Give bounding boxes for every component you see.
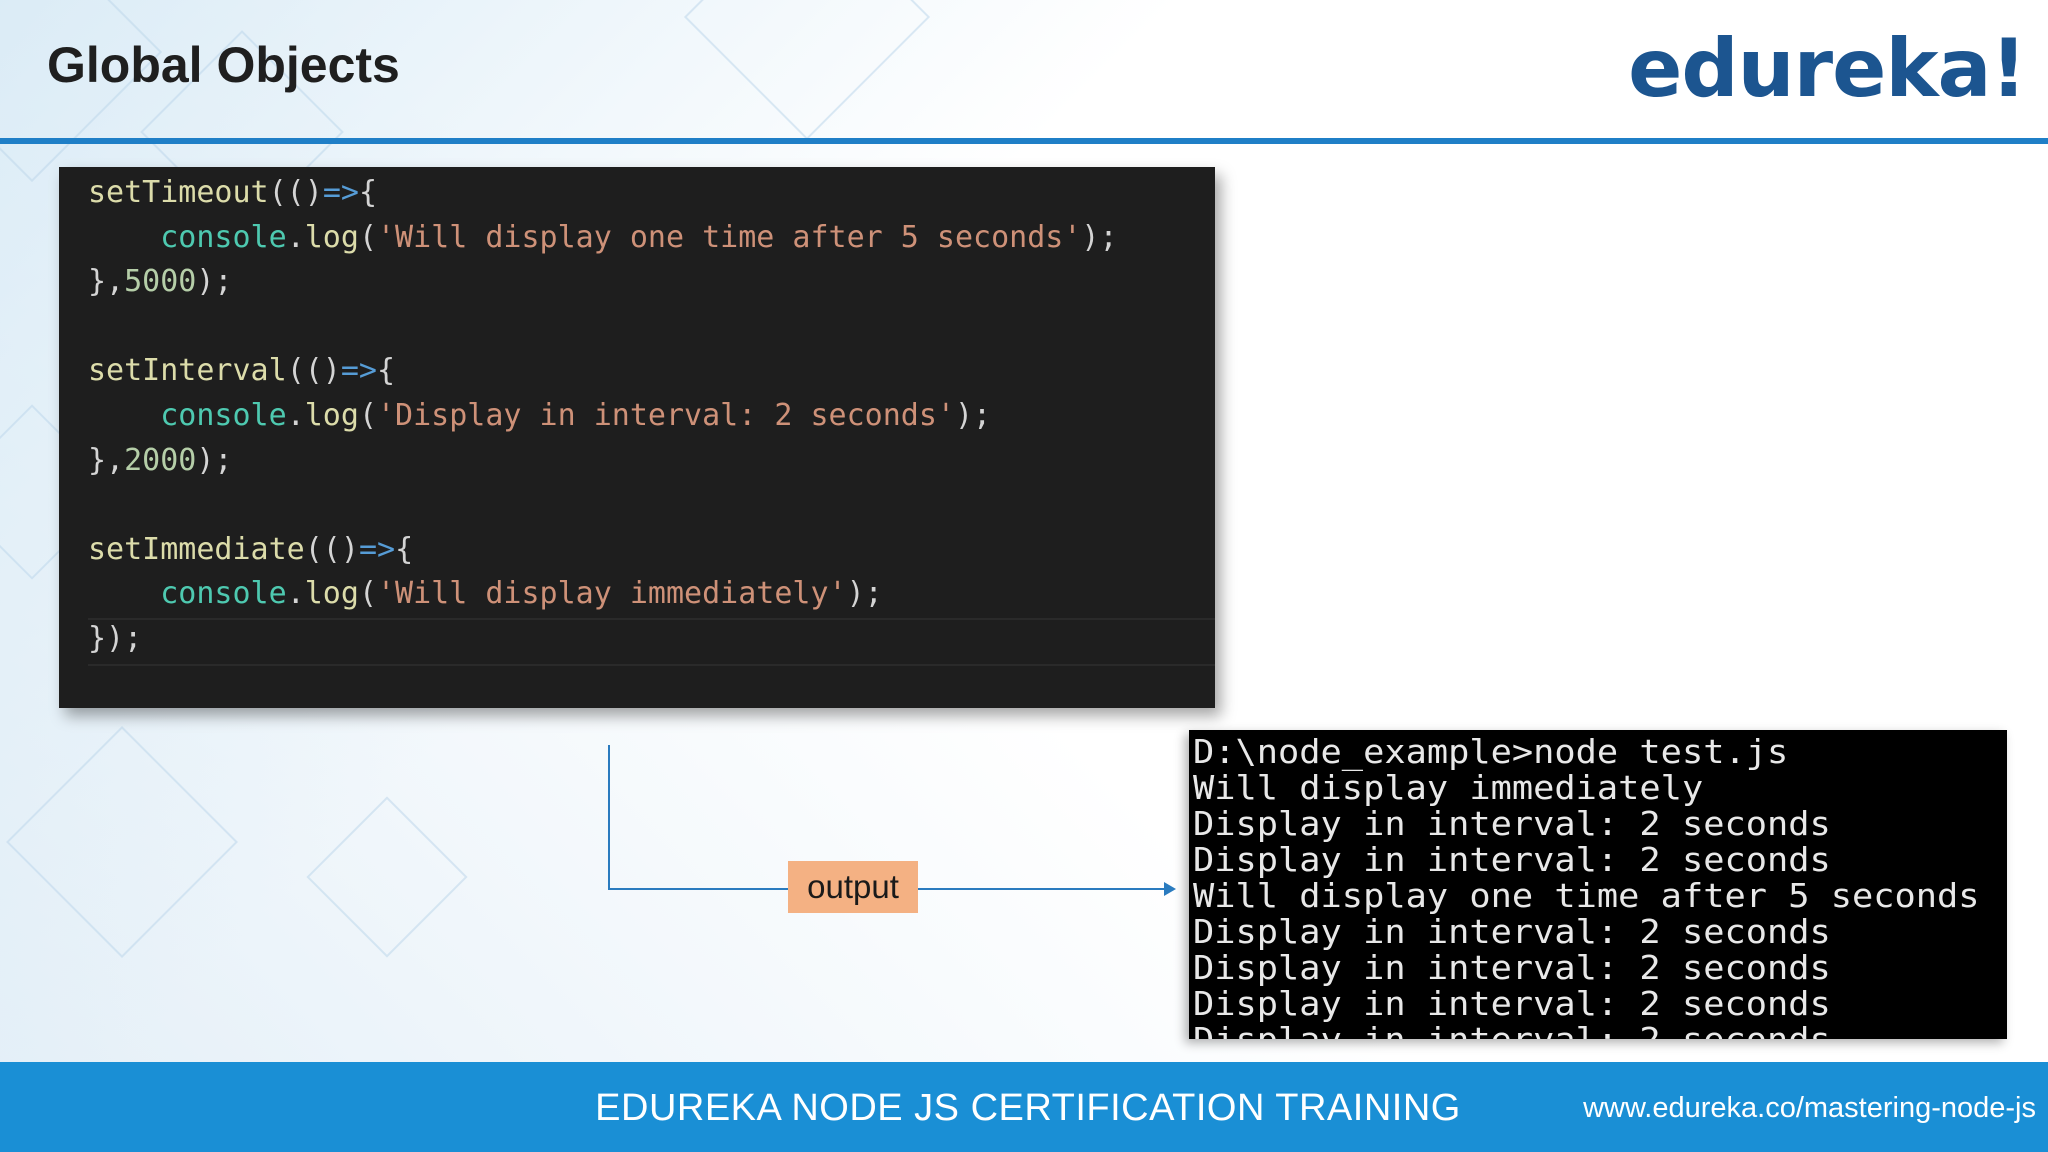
code-line: },5000); [88, 260, 233, 304]
code-token: 5000 [124, 264, 197, 300]
code-token: { [377, 353, 396, 389]
code-token: => [358, 531, 396, 567]
code-token: ); [196, 264, 233, 300]
code-token: 'Will display immediately' [377, 576, 847, 612]
console-line: Display in interval: 2 seconds [1193, 840, 1831, 879]
code-token: log [304, 219, 359, 255]
console-line: Display in interval: 2 seconds [1193, 804, 1831, 843]
output-label: output [788, 861, 918, 913]
code-token: ( [358, 398, 377, 433]
code-token: 2000 [124, 442, 197, 478]
code-token: . [286, 398, 305, 433]
code-line: console.log('Will display one time after… [88, 216, 1118, 260]
console-line: D:\node_example>node test.js [1193, 732, 1789, 771]
code-token: ( [358, 576, 377, 612]
code-token: . [286, 219, 305, 255]
code-token: (() [268, 175, 323, 210]
connector-line-left [608, 888, 790, 890]
code-line: setInterval(()=>{ [88, 349, 395, 393]
code-token: ); [846, 576, 883, 612]
code-token: 'Display in interval: 2 seconds' [377, 398, 955, 433]
console-line: Display in interval: 2 seconds [1193, 948, 1831, 987]
code-token: ( [358, 219, 377, 255]
code-token: => [322, 175, 359, 210]
code-token: log [304, 576, 359, 612]
console-line: Display in interval: 2 seconds [1193, 1022, 1831, 1040]
code-token: setTimeout [88, 175, 269, 210]
console-line: Display in interval: 2 seconds [1193, 912, 1831, 951]
code-line: },2000); [88, 439, 233, 483]
connector-line-vertical [608, 745, 610, 890]
code-token: ); [196, 442, 233, 478]
code-editor-panel: setTimeout(()=>{ console.log('Will displ… [59, 167, 1215, 708]
connector-line-right [918, 888, 1168, 890]
console-line: Will display one time after 5 seconds [1193, 876, 1980, 915]
code-line: setImmediate(()=>{ [88, 528, 413, 572]
code-line: console.log('Will display immediately'); [88, 572, 883, 616]
arrow-head-icon [1164, 882, 1176, 896]
code-token: ); [954, 398, 992, 433]
code-token: console [160, 576, 287, 612]
code-line: console.log('Display in interval: 2 seco… [88, 394, 991, 438]
code-token: . [286, 576, 305, 612]
page-title: Global Objects [47, 37, 400, 93]
code-token: setInterval [88, 353, 287, 389]
console-output-window: D:\node_example>node test.js Will display… [1189, 730, 2007, 1039]
code-line: setTimeout(()=>{ [88, 171, 377, 215]
code-token: log [304, 398, 359, 433]
code-token: (() [286, 353, 341, 389]
edureka-logo: edureka! [1628, 22, 2027, 115]
code-token: console [160, 219, 287, 255]
code-token: setImmediate [88, 531, 305, 567]
code-token: => [340, 353, 377, 389]
footer-url: www.edureka.co/mastering-node-js [1583, 1092, 2036, 1124]
code-token: { [358, 175, 377, 210]
code-token: console [160, 398, 287, 433]
console-line: Will display immediately [1193, 768, 1704, 807]
code-line: }); [88, 617, 142, 661]
code-token: { [395, 531, 414, 567]
code-token: (() [304, 531, 359, 567]
code-token: }); [88, 621, 143, 656]
code-token: }, [88, 442, 125, 478]
code-token: }, [88, 264, 125, 300]
header-divider [0, 138, 2048, 144]
code-token: 'Will display one time after 5 seconds' [377, 219, 1082, 255]
code-token: ); [1081, 219, 1118, 255]
console-line: Display in interval: 2 seconds [1193, 984, 1831, 1023]
current-line-highlight [88, 618, 1215, 666]
